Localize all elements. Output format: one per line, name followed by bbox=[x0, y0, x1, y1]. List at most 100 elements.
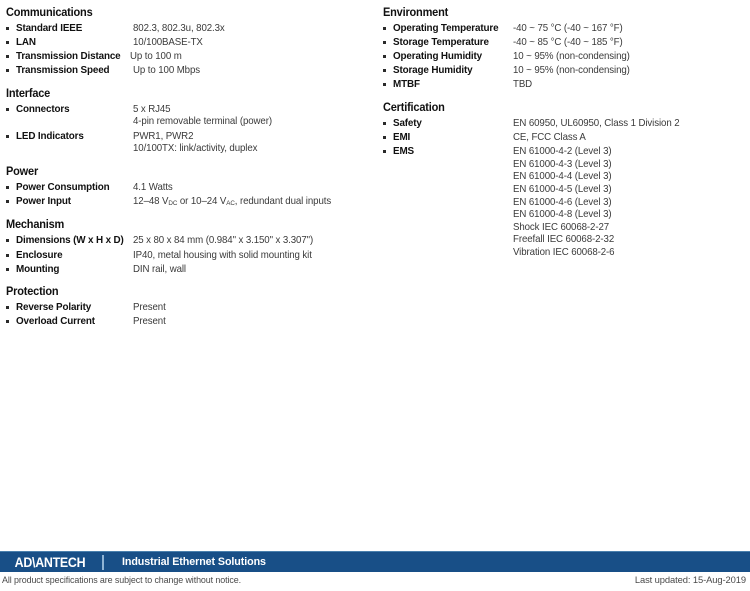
spec-value-line: Present bbox=[133, 316, 166, 328]
spec-label: Dimensions (W x H x D) bbox=[16, 235, 124, 247]
spec-row: Dimensions (W x H x D) 25 x 80 x 84 mm (0… bbox=[6, 234, 376, 248]
spec-label: Overload Current bbox=[16, 316, 95, 328]
spec-value-line: 4.1 Watts bbox=[133, 181, 173, 193]
spec-value: 4.1 Watts bbox=[133, 181, 364, 195]
spec-value: 12–48 VDC or 10–24 VAC, redundant dual i… bbox=[133, 195, 364, 210]
spec-value-line: -40 ~ 85 °C (-40 ~ 185 °F) bbox=[513, 37, 623, 49]
spec-value: CE, FCC Class A bbox=[513, 131, 733, 145]
square-bullet-icon bbox=[383, 117, 393, 125]
spec-value-line: EN 61000-4-4 (Level 3) bbox=[513, 171, 612, 183]
spec-row: Standard IEEE 802.3, 802.3u, 802.3x bbox=[6, 22, 376, 36]
square-bullet-icon bbox=[383, 36, 393, 45]
square-bullet-icon bbox=[6, 36, 16, 45]
spec-row: LAN 10/100BASE-TX bbox=[6, 36, 376, 50]
spec-row: Power Consumption 4.1 Watts bbox=[6, 181, 376, 195]
spec-value: Present bbox=[133, 315, 364, 329]
spec-row: Storage Temperature -40 ~ 85 °C (-40 ~ 18… bbox=[383, 36, 745, 50]
spec-value: 25 x 80 x 84 mm (0.984" x 3.150" x 3.307… bbox=[133, 234, 364, 248]
spec-value: Up to 100 Mbps bbox=[133, 64, 364, 78]
spec-value-line: Present bbox=[133, 302, 166, 314]
spec-label: Operating Humidity bbox=[393, 51, 483, 63]
section-title: Power bbox=[6, 164, 39, 178]
spec-row: LED Indicators PWR1, PWR2 10/100TX: link/a… bbox=[6, 130, 376, 156]
spec-value: PWR1, PWR2 10/100TX: link/activity, duple… bbox=[133, 130, 364, 156]
logo-divider bbox=[102, 554, 104, 570]
spec-section: Mechanism Dimensions (W x H x D) 25 x 80 x… bbox=[6, 218, 376, 276]
square-bullet-icon bbox=[6, 315, 16, 324]
square-bullet-icon bbox=[383, 78, 393, 87]
spec-value-line: 10/100BASE-TX bbox=[133, 37, 203, 49]
spec-value: 802.3, 802.3u, 802.3x bbox=[133, 22, 364, 36]
spec-value-line: Vibration IEC 60068-2-6 bbox=[513, 246, 615, 258]
spec-value: TBD bbox=[513, 78, 733, 92]
spec-section: Power Power Consumption 4.1 Watts Power Inp… bbox=[6, 165, 376, 210]
square-bullet-icon bbox=[383, 145, 393, 154]
spec-row: Overload Current Present bbox=[6, 315, 376, 329]
spec-label: Safety bbox=[393, 117, 422, 129]
spec-value-line: 12–48 VDC or 10–24 VAC, redundant dual i… bbox=[133, 195, 332, 208]
spec-label: LAN bbox=[16, 37, 36, 49]
section-title: Communications bbox=[6, 6, 93, 19]
spec-row: Power Input 12–48 VDC or 10–24 VAC, redun… bbox=[6, 195, 376, 210]
spec-value-line: EN 61000-4-6 (Level 3) bbox=[513, 196, 612, 208]
square-bullet-icon bbox=[6, 103, 16, 111]
square-bullet-icon bbox=[6, 301, 16, 310]
square-bullet-icon bbox=[6, 22, 16, 30]
spec-row: Reverse Polarity Present bbox=[6, 301, 376, 315]
spec-column-left: Communications Standard IEEE 802.3, 802.3u… bbox=[6, 6, 376, 329]
spec-label: Mounting bbox=[16, 263, 60, 275]
square-bullet-icon bbox=[383, 50, 393, 59]
spec-value-line: EN 60950, UL60950, Class 1 Division 2 bbox=[513, 117, 680, 129]
spec-value: IP40, metal housing with solid mounting … bbox=[133, 249, 364, 263]
spec-label: Storage Humidity bbox=[393, 65, 473, 77]
section-title: Mechanism bbox=[6, 218, 65, 232]
spec-row: Connectors 5 x RJ45 4-pin removable termin… bbox=[6, 103, 376, 129]
spec-row: Enclosure IP40, metal housing with solid … bbox=[6, 249, 376, 263]
spec-value-line: EN 61000-4-3 (Level 3) bbox=[513, 158, 612, 170]
spec-label: LED Indicators bbox=[16, 130, 84, 142]
spec-sheet-page: Communications Standard IEEE 802.3, 802.3u… bbox=[0, 0, 750, 591]
spec-row: Safety EN 60950, UL60950, Class 1 Divisio… bbox=[383, 117, 745, 131]
last-updated-text: Last updated: 15-Aug-2019 bbox=[634, 574, 746, 585]
spec-value-line: CE, FCC Class A bbox=[513, 132, 586, 144]
spec-label: MTBF bbox=[393, 79, 420, 91]
spec-row: Transmission Distance Up to 100 m bbox=[6, 50, 376, 64]
footer-tagline: Industrial Ethernet Solutions bbox=[122, 556, 266, 568]
disclaimer-text: All product specifications are subject t… bbox=[2, 574, 241, 585]
spec-value-line: EN 61000-4-8 (Level 3) bbox=[513, 209, 612, 221]
section-title: Interface bbox=[6, 86, 51, 100]
spec-value: EN 61000-4-2 (Level 3) EN 61000-4-3 (Leve… bbox=[513, 145, 733, 259]
spec-row: Mounting DIN rail, wall bbox=[6, 263, 376, 277]
spec-label: Enclosure bbox=[16, 249, 63, 261]
spec-value-line: 802.3, 802.3u, 802.3x bbox=[133, 23, 225, 34]
advantech-logo: AD\ANTECH bbox=[14, 554, 86, 570]
spec-section: Protection Reverse Polarity Present Overloa… bbox=[6, 285, 376, 329]
spec-value-line: Up to 100 m bbox=[130, 51, 182, 63]
spec-label: EMS bbox=[393, 146, 414, 158]
spec-value-line: Shock IEC 60068-2-27 bbox=[513, 221, 610, 233]
spec-value-line: TBD bbox=[513, 79, 533, 91]
spec-value-line: 5 x RJ45 bbox=[133, 103, 171, 115]
spec-row: Operating Humidity 10 ~ 95% (non-condensi… bbox=[383, 50, 745, 64]
spec-label: Power Input bbox=[16, 195, 71, 207]
square-bullet-icon bbox=[6, 234, 16, 243]
spec-label: Transmission Speed bbox=[16, 65, 110, 77]
spec-value-line: 10 ~ 95% (non-condensing) bbox=[513, 65, 630, 77]
spec-value-line: Freefall IEC 60068-2-32 bbox=[513, 234, 615, 246]
spec-value-line: DIN rail, wall bbox=[133, 263, 186, 275]
square-bullet-icon bbox=[383, 22, 393, 30]
spec-label: EMI bbox=[393, 132, 411, 144]
spec-value-line: IP40, metal housing with solid mounting … bbox=[133, 249, 312, 261]
square-bullet-icon bbox=[383, 131, 393, 140]
spec-value: 10/100BASE-TX bbox=[133, 36, 364, 50]
spec-value-line: EN 61000-4-5 (Level 3) bbox=[513, 183, 612, 195]
spec-row: Transmission Speed Up to 100 Mbps bbox=[6, 64, 376, 78]
spec-value: 10 ~ 95% (non-condensing) bbox=[513, 50, 733, 64]
spec-row: EMS EN 61000-4-2 (Level 3) EN 61000-4-3 (L… bbox=[383, 145, 745, 259]
spec-label: Standard IEEE bbox=[16, 23, 83, 34]
spec-label: Transmission Distance bbox=[16, 51, 121, 63]
footer-brand-bar: AD\ANTECH Industrial Ethernet Solutions bbox=[0, 551, 750, 572]
square-bullet-icon bbox=[6, 249, 16, 257]
spec-label: Connectors bbox=[16, 103, 70, 115]
section-title: Environment bbox=[383, 6, 449, 19]
